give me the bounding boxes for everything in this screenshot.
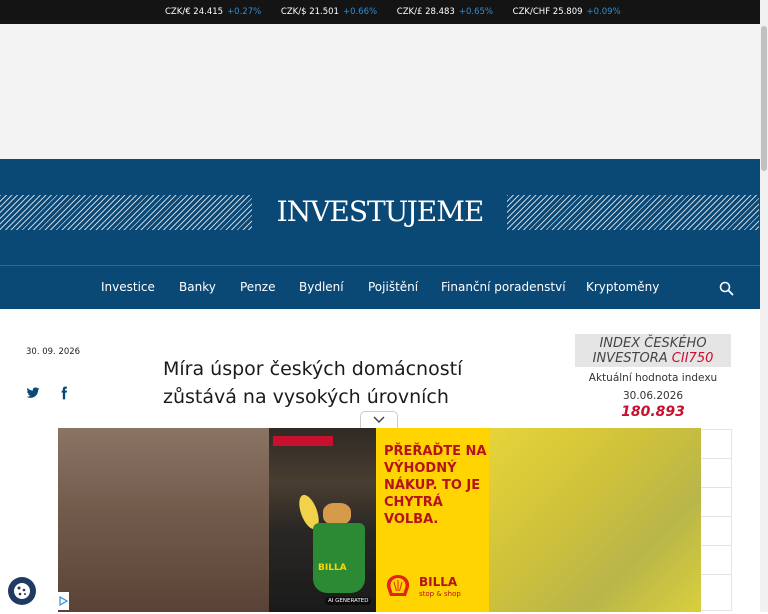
nav-item-pojisteni[interactable]: Pojištění bbox=[368, 280, 418, 294]
bottom-ad-banner[interactable]: BILLA AI GENERATED PŘEŘAĎTE NA VÝHODNÝ N… bbox=[58, 428, 701, 612]
chevron-down-icon bbox=[373, 416, 385, 424]
main-nav: Investice Banky Penze Bydlení Pojištění … bbox=[0, 277, 760, 299]
index-date: 30.06.2026 bbox=[622, 390, 684, 402]
shell-logo-icon bbox=[385, 574, 411, 598]
cookie-icon bbox=[14, 583, 30, 599]
ad-ai-badge: AI GENERATED bbox=[325, 597, 372, 605]
search-icon[interactable] bbox=[719, 281, 734, 296]
ad-collapse-button[interactable] bbox=[360, 411, 398, 429]
ticker-item: CZK/CHF 25.809 +0.09% bbox=[512, 7, 621, 17]
ticker-item: CZK/£ 28.483 +0.65% bbox=[396, 7, 493, 17]
page-scrollbar[interactable] bbox=[760, 0, 768, 612]
ad-station-canopy bbox=[273, 436, 333, 446]
ad-shopping-bag bbox=[313, 523, 365, 593]
scrollbar-thumb[interactable] bbox=[761, 26, 767, 171]
article-date: 30. 09. 2026 bbox=[26, 347, 81, 357]
currency-ticker: CZK/€ 24.415 +0.27% CZK/$ 21.501 +0.66% CZ… bbox=[0, 0, 760, 24]
ad-blurred-right bbox=[489, 428, 701, 612]
ad-choices-icon[interactable] bbox=[58, 592, 69, 610]
nav-item-financni-poradenstvi[interactable]: Finanční poradenství bbox=[441, 280, 566, 294]
nav-item-penze[interactable]: Penze bbox=[240, 280, 275, 294]
nav-item-kryptomeny[interactable]: Kryptoměny bbox=[586, 280, 659, 294]
cookie-settings-button[interactable] bbox=[8, 577, 36, 605]
share-links bbox=[26, 381, 83, 400]
ad-bag-label: BILLA bbox=[318, 563, 347, 573]
article-headline[interactable]: Míra úspor českých domácností zůstává na… bbox=[163, 355, 523, 411]
index-title: INDEX ČESKÉHO INVESTORA CII750 bbox=[575, 334, 731, 367]
index-value: 180.893 bbox=[621, 404, 685, 420]
nav-item-bydleni[interactable]: Bydlení bbox=[299, 280, 344, 294]
ad-bread bbox=[323, 503, 351, 525]
investor-index-widget: INDEX ČESKÉHO INVESTORA CII750 Aktuální … bbox=[567, 334, 739, 420]
twitter-icon[interactable] bbox=[26, 385, 40, 399]
masthead-divider bbox=[0, 265, 760, 266]
ticker-item: CZK/€ 24.415 +0.27% bbox=[165, 7, 262, 17]
index-label: Aktuální hodnota indexu bbox=[588, 372, 718, 384]
ad-slogan: PŘEŘAĎTE NA VÝHODNÝ NÁKUP. TO JE CHYTRÁ … bbox=[384, 444, 487, 527]
billa-logo: BILLA stop & shop bbox=[419, 575, 461, 598]
ad-blurred-left bbox=[58, 428, 270, 612]
nav-item-banky[interactable]: Banky bbox=[179, 280, 216, 294]
nav-item-investice[interactable]: Investice bbox=[101, 280, 155, 294]
index-code: CII750 bbox=[671, 351, 714, 366]
facebook-icon[interactable] bbox=[57, 385, 71, 399]
masthead: INVESTUJEME Investice Banky Penze Bydlen… bbox=[0, 159, 760, 309]
top-ad-placeholder bbox=[0, 24, 760, 159]
ticker-item: CZK/$ 21.501 +0.66% bbox=[280, 7, 378, 17]
site-logo[interactable]: INVESTUJEME bbox=[0, 195, 760, 228]
